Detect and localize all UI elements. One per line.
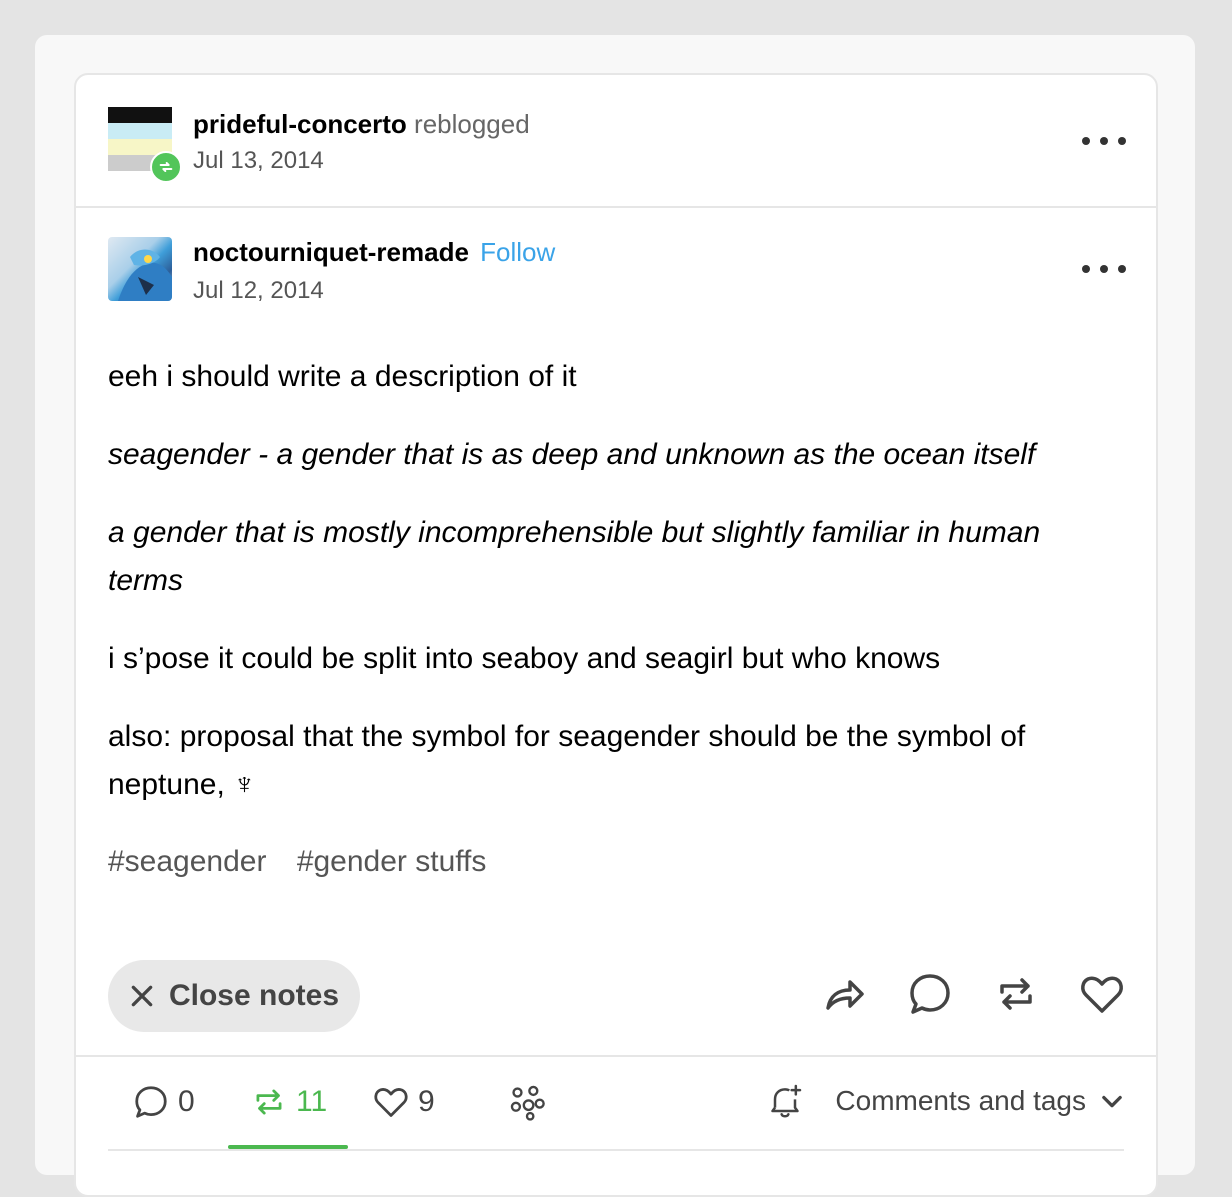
reblog-more-options-icon[interactable] bbox=[1082, 131, 1126, 151]
reblog-badge-icon bbox=[150, 151, 182, 183]
reblog-date[interactable]: Jul 13, 2014 bbox=[193, 147, 324, 175]
like-icon bbox=[374, 1088, 408, 1117]
close-notes-label: Close notes bbox=[168, 979, 340, 1012]
post-paragraph: also: proposal that the symbol for seage… bbox=[108, 720, 1026, 801]
community-icon bbox=[510, 1085, 545, 1121]
follow-button[interactable]: Follow bbox=[480, 237, 555, 267]
post-paragraph: eeh i should write a description of it bbox=[108, 360, 577, 393]
post-paragraph: a gender that is mostly incomprehensible… bbox=[108, 516, 1041, 597]
original-author-username[interactable]: noctourniquet-remade bbox=[193, 237, 469, 267]
chevron-down-icon bbox=[1102, 1095, 1122, 1108]
notes-bar: 0 11 9 Comments and tags bbox=[76, 1055, 1156, 1195]
likes-count: 9 bbox=[418, 1085, 435, 1118]
bell-plus-icon[interactable] bbox=[765, 1081, 805, 1121]
comments-and-tags-label: Comments and tags bbox=[835, 1085, 1086, 1116]
like-icon[interactable] bbox=[1078, 970, 1126, 1018]
reply-icon bbox=[135, 1086, 167, 1118]
tag-link[interactable]: #seagender bbox=[108, 845, 266, 878]
tabs-divider bbox=[108, 1149, 1124, 1151]
reply-icon[interactable] bbox=[906, 970, 954, 1018]
post-card: prideful-concerto reblogged Jul 13, 2014… bbox=[74, 73, 1158, 1197]
reblogger-username[interactable]: prideful-concerto bbox=[193, 109, 407, 139]
comments-and-tags-dropdown[interactable]: Comments and tags bbox=[835, 1085, 1126, 1117]
original-author-avatar[interactable] bbox=[108, 237, 172, 301]
replies-count: 0 bbox=[178, 1085, 195, 1118]
close-notes-button[interactable]: Close notes bbox=[108, 960, 360, 1032]
tab-replies[interactable]: 0 bbox=[132, 1079, 195, 1125]
notes-tools: Comments and tags bbox=[765, 1081, 1126, 1121]
post-actions bbox=[820, 970, 1126, 1018]
tab-likes[interactable]: 9 bbox=[372, 1079, 435, 1125]
reblog-icon bbox=[256, 1089, 282, 1115]
close-icon bbox=[131, 985, 153, 1007]
dashboard-background: prideful-concerto reblogged Jul 13, 2014… bbox=[35, 35, 1195, 1197]
original-post-date[interactable]: Jul 12, 2014 bbox=[193, 277, 324, 305]
reblog-header: prideful-concerto reblogged Jul 13, 2014 bbox=[76, 75, 1156, 208]
post-body: eeh i should write a description of it s… bbox=[108, 353, 1128, 839]
original-attribution: noctourniquet-remade Follow bbox=[193, 237, 555, 268]
tag-link[interactable]: #gender stuffs bbox=[297, 845, 487, 878]
reblogged-label: reblogged bbox=[414, 109, 530, 139]
post-more-options-icon[interactable] bbox=[1082, 259, 1126, 279]
post-paragraph: i s’pose it could be split into seaboy a… bbox=[108, 642, 941, 675]
tab-reblogs[interactable]: 11 bbox=[250, 1079, 327, 1125]
post-paragraph: seagender - a gender that is as deep and… bbox=[108, 438, 1036, 471]
reblogs-count: 11 bbox=[296, 1085, 328, 1118]
tab-community[interactable] bbox=[508, 1079, 546, 1125]
reblog-icon[interactable] bbox=[992, 970, 1040, 1018]
share-icon[interactable] bbox=[820, 970, 868, 1018]
reblog-attribution: prideful-concerto reblogged bbox=[193, 109, 530, 140]
post-tags: #seagender #gender stuffs bbox=[108, 845, 508, 879]
